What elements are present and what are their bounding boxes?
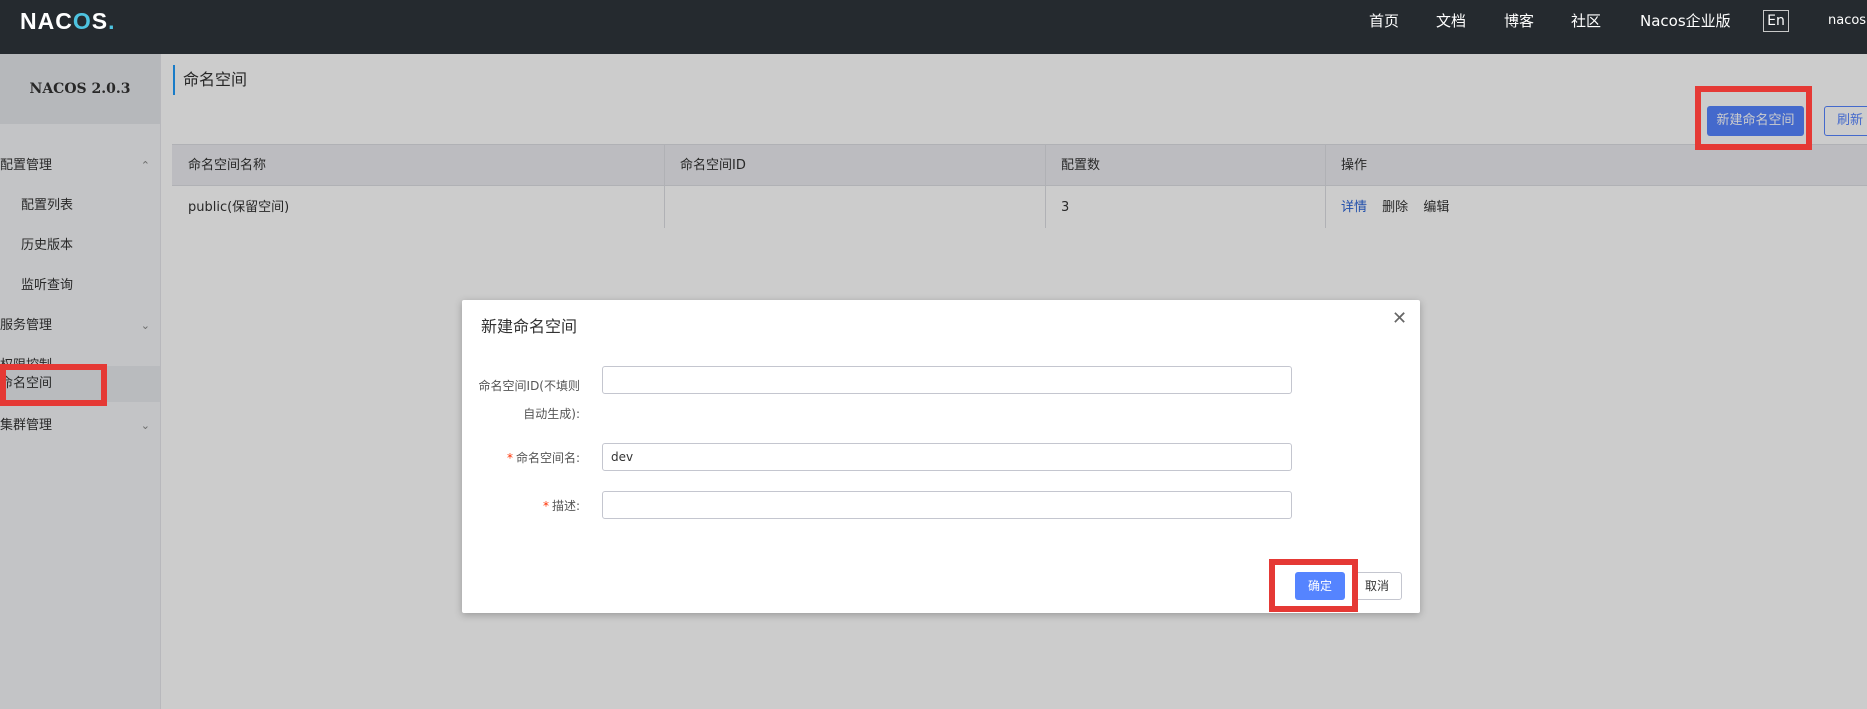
user-name[interactable]: nacos xyxy=(1828,0,1866,42)
create-namespace-dialog: 新建命名空间 ✕ 命名空间ID(不填则 自动生成): * 命名空间名: dev *… xyxy=(462,300,1420,613)
namespace-name-label: * 命名空间名: xyxy=(507,449,580,466)
description-input[interactable] xyxy=(602,491,1292,519)
dialog-title: 新建命名空间 xyxy=(481,317,578,336)
language-switch-button[interactable]: En xyxy=(1763,10,1789,32)
label-text: 描述: xyxy=(551,499,580,513)
namespace-id-input[interactable] xyxy=(602,366,1292,394)
top-nav-bar: NACOS. 首页 文档 博客 社区 Nacos企业版 En nacos xyxy=(0,0,1867,54)
nav-enterprise[interactable]: Nacos企业版 xyxy=(1640,0,1731,42)
label-line: 自动生成): xyxy=(523,407,580,421)
nav-blog[interactable]: 博客 xyxy=(1504,0,1534,42)
label-text: 命名空间名: xyxy=(515,451,580,465)
close-icon[interactable]: ✕ xyxy=(1392,308,1407,329)
cancel-button[interactable]: 取消 xyxy=(1352,572,1402,600)
required-mark: * xyxy=(506,451,513,465)
label-line: 命名空间ID(不填则 xyxy=(478,379,580,393)
nacos-logo[interactable]: NACOS. xyxy=(20,8,115,35)
confirm-button[interactable]: 确定 xyxy=(1295,572,1345,600)
nav-docs[interactable]: 文档 xyxy=(1436,0,1466,42)
required-mark: * xyxy=(542,499,549,513)
description-label: * 描述: xyxy=(543,497,580,514)
namespace-name-input[interactable]: dev xyxy=(602,443,1292,471)
nav-community[interactable]: 社区 xyxy=(1571,0,1601,42)
namespace-id-label: 命名空间ID(不填则 自动生成): xyxy=(479,372,580,428)
nav-home[interactable]: 首页 xyxy=(1369,0,1399,42)
